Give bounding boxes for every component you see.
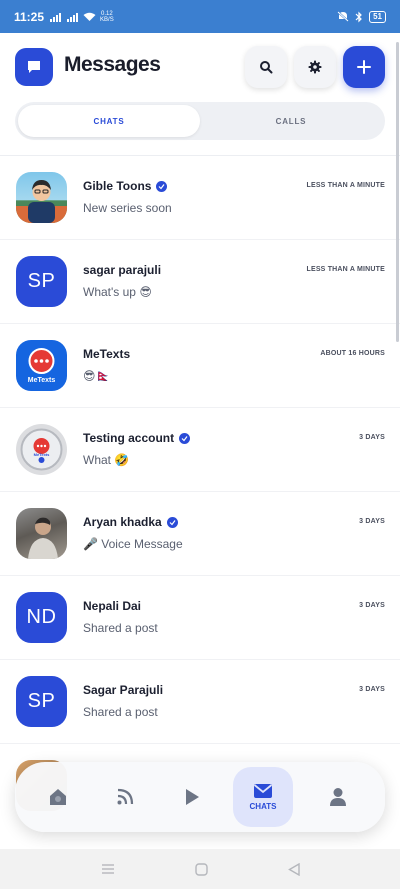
chat-preview: 😎🇳🇵: [83, 369, 111, 383]
page-title: Messages: [64, 53, 161, 76]
tab-chats[interactable]: CHATS: [18, 105, 200, 137]
chat-time: 3 DAYS: [359, 434, 385, 441]
chat-name: MeTexts: [83, 347, 130, 361]
chat-name-label: sagar parajuli: [83, 263, 162, 277]
chat-preview: Shared a post: [83, 621, 158, 635]
chat-name: Nepali Dai: [83, 599, 141, 613]
chat-name-label: MeTexts: [83, 347, 131, 361]
search-icon: [260, 61, 273, 74]
cartoon-person-avatar: [16, 172, 67, 223]
chat-name-label: Sagar Parajuli: [83, 683, 164, 697]
chat-row[interactable]: SP Sagar Parajuli Shared a post 3 DAYS: [0, 660, 400, 744]
chat-time: LESS THAN A MINUTE: [306, 266, 385, 273]
person-icon: [330, 788, 346, 806]
chat-name: Gible Toons: [83, 179, 168, 193]
back-icon[interactable]: [287, 862, 300, 876]
chat-row[interactable]: MeTexts MeTexts 😎🇳🇵 ABOUT 16 HOURS: [0, 324, 400, 408]
menu-icon[interactable]: [101, 863, 115, 875]
chat-row[interactable]: ND Nepali Dai Shared a post 3 DAYS: [0, 576, 400, 660]
chat-time: ABOUT 16 HOURS: [320, 350, 385, 357]
status-time: 11:25: [14, 9, 45, 24]
chat-name: Sagar Parajuli: [83, 683, 163, 697]
message-icon[interactable]: [15, 48, 53, 86]
chat-name-label: Testing account: [83, 431, 175, 445]
battery-indicator: 51: [369, 10, 386, 23]
chat-row[interactable]: Gible Toons New series soon LESS THAN A …: [0, 156, 400, 240]
chat-time: 3 DAYS: [359, 518, 385, 525]
gear-icon: [308, 60, 322, 74]
chat-preview: What 🤣: [83, 453, 130, 467]
network-speed: 0.12 KB/S: [100, 11, 114, 23]
chat-name-label: Aryan khadka: [83, 515, 162, 529]
chat-name: Testing account: [83, 431, 191, 445]
app-header: Messages: [0, 33, 400, 101]
signal-icon: [50, 12, 62, 22]
bluetooth-icon: [355, 11, 362, 22]
verified-icon: [166, 516, 178, 528]
metexts-badge-logo: MeTexts: [16, 424, 67, 475]
chat-preview: Shared a post: [83, 705, 158, 719]
chat-name-label: Gible Toons: [83, 179, 152, 193]
nav-feed[interactable]: [95, 767, 155, 827]
feed-icon: [117, 788, 134, 805]
verified-icon: [156, 180, 168, 192]
system-nav-bar: [0, 849, 400, 889]
metexts-logo: MeTexts: [16, 340, 67, 391]
nav-chats-label: CHATS: [249, 802, 277, 811]
chat-time: 3 DAYS: [359, 686, 385, 693]
network-speed-unit: KB/S: [100, 16, 114, 23]
scrollbar[interactable]: [396, 42, 399, 342]
avatar: SP: [16, 256, 67, 307]
chat-preview: What's up 😎: [83, 285, 152, 299]
avatar: SP: [16, 676, 67, 727]
nav-profile[interactable]: [308, 767, 368, 827]
status-bar: 11:25 0.12 KB/S 51: [0, 0, 400, 33]
mute-icon: [337, 11, 349, 22]
nav-play[interactable]: [162, 767, 222, 827]
chat-preview: New series soon: [83, 201, 172, 215]
metexts-logo-text: MeTexts: [27, 377, 56, 384]
chat-name-label: Nepali Dai: [83, 599, 142, 613]
chat-row[interactable]: SP sagar parajuli What's up 😎 LESS THAN …: [0, 240, 400, 324]
verified-icon: [179, 432, 191, 444]
chat-name: Aryan khadka: [83, 515, 178, 529]
chat-list: Gible Toons New series soon LESS THAN A …: [0, 156, 400, 828]
chat-preview: 🎤 Voice Message: [83, 537, 183, 551]
metexts-logo-text: MeTexts: [33, 452, 50, 457]
photo-avatar: [16, 508, 67, 559]
chat-time: 3 DAYS: [359, 602, 385, 609]
chat-row[interactable]: MeTexts Testing account What 🤣 3 DAYS: [0, 408, 400, 492]
tab-bar: CHATS CALLS: [15, 102, 385, 140]
new-chat-button[interactable]: [343, 46, 385, 88]
home-icon: [50, 789, 66, 805]
wifi-icon: [83, 12, 96, 21]
chat-name: sagar parajuli: [83, 263, 161, 277]
home-square-icon[interactable]: [194, 862, 208, 876]
avatar: ND: [16, 592, 67, 643]
chat-time: LESS THAN A MINUTE: [306, 182, 385, 189]
chat-row[interactable]: Aryan khadka 🎤 Voice Message 3 DAYS: [0, 492, 400, 576]
plus-icon: [357, 60, 371, 74]
settings-button[interactable]: [294, 46, 336, 88]
nav-chats[interactable]: CHATS: [233, 767, 293, 827]
mail-icon: [253, 784, 273, 798]
signal-icon: [67, 12, 79, 22]
bottom-nav: CHATS: [15, 762, 385, 832]
play-icon: [186, 789, 199, 805]
tab-calls[interactable]: CALLS: [200, 105, 382, 137]
nav-home[interactable]: [28, 767, 88, 827]
search-button[interactable]: [245, 46, 287, 88]
